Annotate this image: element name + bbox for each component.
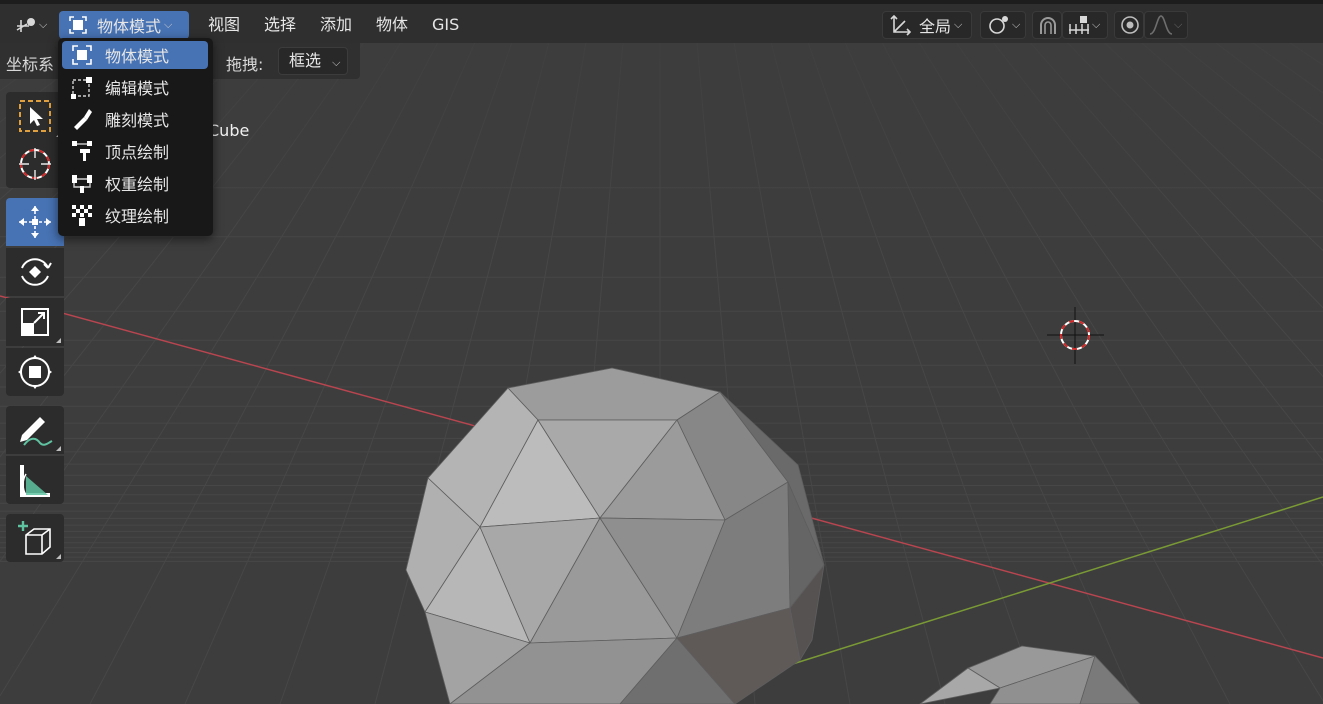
mode-option-texture-paint[interactable]: 纹理绘制 [62,201,208,229]
chevron-down-icon: ⌵ [1012,18,1021,31]
transform-tool[interactable] [6,348,64,396]
pivot-point-button[interactable]: ⌵ [980,11,1026,39]
menu-add[interactable]: 添加 [316,12,356,38]
annotate-icon [20,417,53,446]
rotate-icon [21,258,52,286]
chevron-down-icon: ⌵ [1092,18,1101,31]
orientation-axes-icon [890,14,912,36]
editor-type-button[interactable]: ⌵ [8,11,50,39]
add-cube-icon [18,521,51,555]
scale-icon [21,308,49,336]
proportional-editing-button[interactable] [1114,11,1144,39]
drag-select-value: 框选 [289,51,322,70]
object-mode-icon [69,16,87,34]
mode-option-label: 物体模式 [105,47,170,66]
measure-tool[interactable] [6,456,64,504]
measure-icon [20,465,50,497]
menu-view[interactable]: 视图 [204,12,244,38]
mode-option-label: 顶点绘制 [105,143,170,162]
mode-option-label: 纹理绘制 [105,207,170,226]
chevron-down-icon: ⌵ [39,18,48,31]
cursor-tool[interactable] [6,140,64,188]
menu-object[interactable]: 物体 [372,12,412,38]
mode-option-vertex-paint[interactable]: 顶点绘制 [62,137,208,165]
snap-target-button[interactable]: ⌵ [1062,11,1108,39]
chevron-down-icon: ⌵ [954,18,963,31]
select-box-icon [19,100,51,132]
annotate-tool[interactable] [6,406,64,454]
mode-option-label: 编辑模式 [105,79,170,98]
weight-paint-icon [72,175,92,193]
scale-tool[interactable] [6,298,64,346]
blender-window: ⌵ 物体模式 ⌵ 视图 选择 添加 物体 GIS 全局 ⌵ ⌵ ⌵ ⌵ 坐标系 … [0,0,1323,704]
drag-select[interactable]: 框选 ⌵ [278,47,348,75]
texture-paint-icon [72,205,92,226]
mode-option-sculpt[interactable]: 雕刻模式 [62,105,208,133]
chevron-down-icon: ⌵ [164,18,173,31]
mode-dropdown-menu: 物体模式 编辑模式 雕刻模式 顶点绘制 权重绘制 纹理绘制 [58,38,213,236]
add-cube-tool[interactable] [6,514,64,562]
coordinate-system-label: 坐标系 [6,55,55,74]
edit-mode-icon [71,77,92,99]
proportional-editing-icon [1121,16,1139,34]
chevron-down-icon: ⌵ [1174,18,1183,31]
move-icon [19,206,51,238]
mode-option-object[interactable]: 物体模式 [62,41,208,69]
pivot-point-icon [989,16,1008,34]
editor-type-icon [16,18,35,32]
falloff-curve-icon [1149,15,1173,35]
mode-selector-label: 物体模式 [97,17,162,36]
viewport-header: ⌵ 物体模式 ⌵ 视图 选择 添加 物体 GIS 全局 ⌵ ⌵ ⌵ ⌵ [0,0,1323,43]
cursor-icon [19,148,51,180]
object-mode-icon [72,45,92,65]
falloff-button[interactable]: ⌵ [1144,11,1188,39]
transform-orientation-button[interactable]: 全局 ⌵ [882,11,972,39]
menu-select[interactable]: 选择 [260,12,300,38]
snap-toggle-button[interactable] [1032,11,1062,39]
rotate-tool[interactable] [6,248,64,296]
menu-gis[interactable]: GIS [428,12,463,38]
mode-option-weight-paint[interactable]: 权重绘制 [62,169,208,197]
transform-icon [18,355,52,389]
snap-increment-icon [1069,16,1089,34]
chevron-down-icon: ⌵ [332,56,341,69]
sculpt-mode-icon [74,109,92,130]
transform-orientation-label: 全局 [919,17,952,36]
mode-option-label: 雕刻模式 [105,111,170,130]
mode-option-edit[interactable]: 编辑模式 [62,73,208,101]
vertex-paint-icon [72,141,92,161]
magnet-icon [1040,17,1056,34]
select-box-tool[interactable] [6,92,64,140]
drag-label: 拖拽: [226,55,264,74]
move-tool[interactable] [6,198,64,246]
mode-option-label: 权重绘制 [105,175,170,194]
mode-selector-button[interactable]: 物体模式 ⌵ [59,11,189,39]
object-info-text: Cube [208,121,250,140]
